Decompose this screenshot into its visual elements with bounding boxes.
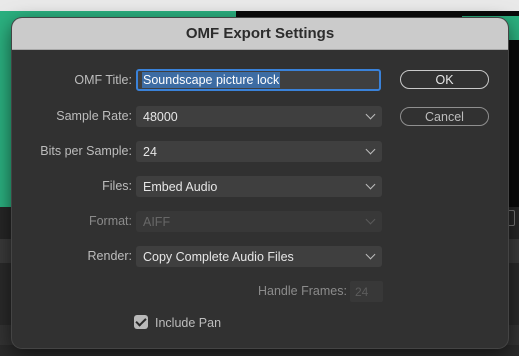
chevron-down-icon [365,109,376,120]
render-select[interactable]: Copy Complete Audio Files [136,246,382,267]
checkmark-icon [135,315,147,327]
files-value: Embed Audio [143,179,218,194]
bits-per-sample-label: Bits per Sample: [40,144,132,158]
format-value: AIFF [143,214,171,229]
sample-rate-value: 48000 [143,109,178,124]
include-pan-label[interactable]: Include Pan [155,316,221,330]
omf-export-dialog: OMF Export Settings OMF Title: Soundscap… [12,18,508,348]
bits-per-sample-select[interactable]: 24 [136,141,382,162]
chevron-down-icon [365,179,376,190]
sample-rate-select[interactable]: 48000 [136,106,382,127]
format-label: Format: [88,214,132,228]
chevron-down-icon [365,214,376,225]
format-select: AIFF [136,211,382,232]
sample-rate-label: Sample Rate: [56,109,132,123]
include-pan-checkbox[interactable] [134,315,148,329]
dialog-title: OMF Export Settings [185,25,335,42]
omf-title-label: OMF Title: [74,73,132,87]
bits-per-sample-value: 24 [143,144,157,159]
handle-frames-input: 24 [350,281,383,302]
render-value: Copy Complete Audio Files [143,249,294,264]
handle-frames-label: Handle Frames: [258,284,347,298]
files-label: Files: [102,179,132,193]
omf-title-input[interactable]: Soundscape picture lock [136,69,381,91]
render-label: Render: [87,249,132,263]
chevron-down-icon [365,249,376,260]
dialog-titlebar[interactable]: OMF Export Settings [12,18,508,50]
chevron-down-icon [365,144,376,155]
background-top-strip [0,0,519,11]
files-select[interactable]: Embed Audio [136,176,382,197]
ok-button[interactable]: OK [400,70,489,89]
cancel-button[interactable]: Cancel [400,107,489,126]
omf-title-value: Soundscape picture lock [142,72,281,88]
